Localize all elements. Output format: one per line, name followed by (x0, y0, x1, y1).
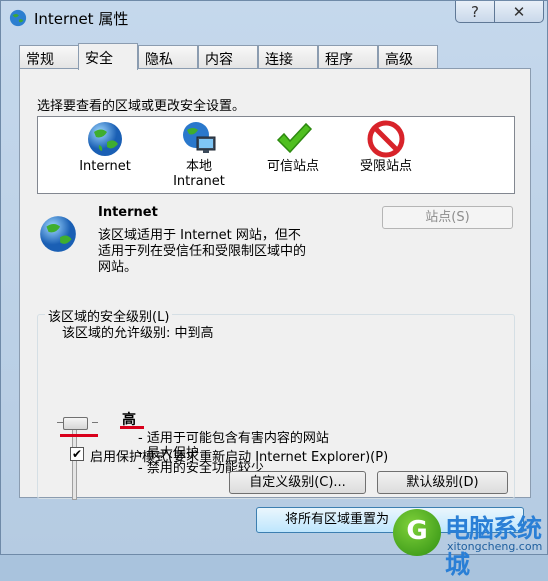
tab-advanced[interactable]: 高级 (378, 45, 438, 69)
selected-zone-description: 该区域适用于 Internet 网站，但不 适用于列在受信任和受限制区域中的 网… (98, 228, 307, 275)
help-icon: ? (471, 2, 479, 21)
zone-local-intranet[interactable]: 本地 Intranet (154, 119, 244, 189)
help-button[interactable]: ? (455, 1, 495, 23)
zone-label: 可信站点 (266, 159, 319, 174)
default-level-button[interactable]: 默认级别(D) (377, 471, 508, 494)
zone-label: 本地 Intranet (173, 159, 225, 189)
internet-globe-icon (9, 9, 27, 27)
slider-tick (92, 422, 98, 423)
watermark-url: xitongcheng.com (447, 540, 543, 553)
title-bar[interactable]: Internet 属性 ? ✕ (1, 1, 548, 35)
security-panel: 选择要查看的区域或更改安全设置。 Internet 本地 Intranet 可信… (19, 68, 531, 500)
zone-trusted-sites[interactable]: 可信站点 (248, 119, 338, 174)
zone-internet[interactable]: Internet (60, 119, 150, 174)
zone-list: Internet 本地 Intranet 可信站点 受限站点 (37, 116, 515, 194)
tab-content[interactable]: 内容 (198, 45, 258, 69)
custom-level-button[interactable]: 自定义级别(C)... (229, 471, 366, 494)
annotation-red-underline (60, 434, 98, 437)
close-button[interactable]: ✕ (494, 1, 544, 23)
watermark-logo-icon: G (393, 509, 441, 556)
tab-general[interactable]: 常规 (19, 45, 79, 69)
security-level-slider-thumb[interactable] (63, 417, 88, 430)
protected-mode-label[interactable]: 启用保护模式(要求重新启动 Internet Explorer)(P) (90, 446, 388, 465)
selected-zone-name: Internet (98, 205, 158, 220)
red-prohibited-icon (367, 120, 405, 158)
protected-mode-checkbox[interactable]: ✔ (70, 447, 84, 461)
intranet-computer-icon (183, 122, 216, 153)
window-title: Internet 属性 (34, 10, 129, 28)
close-icon: ✕ (512, 2, 526, 21)
annotation-red-underline (120, 426, 144, 429)
instruction-text: 选择要查看的区域或更改安全设置。 (37, 99, 246, 114)
check-mark-icon: ✔ (71, 447, 83, 461)
selected-zone-globe-icon (40, 216, 76, 252)
tab-connections[interactable]: 连接 (258, 45, 318, 69)
zone-label: 受限站点 (359, 159, 412, 174)
allowed-levels-text: 该区域的允许级别: 中到高 (62, 326, 214, 341)
tab-security[interactable]: 安全 (78, 43, 138, 70)
site-watermark: G 电脑系统城 xitongcheng.com (389, 509, 548, 579)
zone-restricted-sites[interactable]: 受限站点 (341, 119, 431, 174)
sites-button[interactable]: 站点(S) (382, 206, 513, 229)
tab-programs[interactable]: 程序 (318, 45, 378, 69)
green-check-icon (276, 122, 313, 154)
globe-icon (88, 122, 122, 156)
zone-label: Internet (79, 159, 131, 174)
internet-properties-window: Internet 属性 ? ✕ 常规 安全 隐私 内容 连接 程序 高级 选择要… (0, 0, 548, 579)
tab-privacy[interactable]: 隐私 (138, 45, 198, 69)
